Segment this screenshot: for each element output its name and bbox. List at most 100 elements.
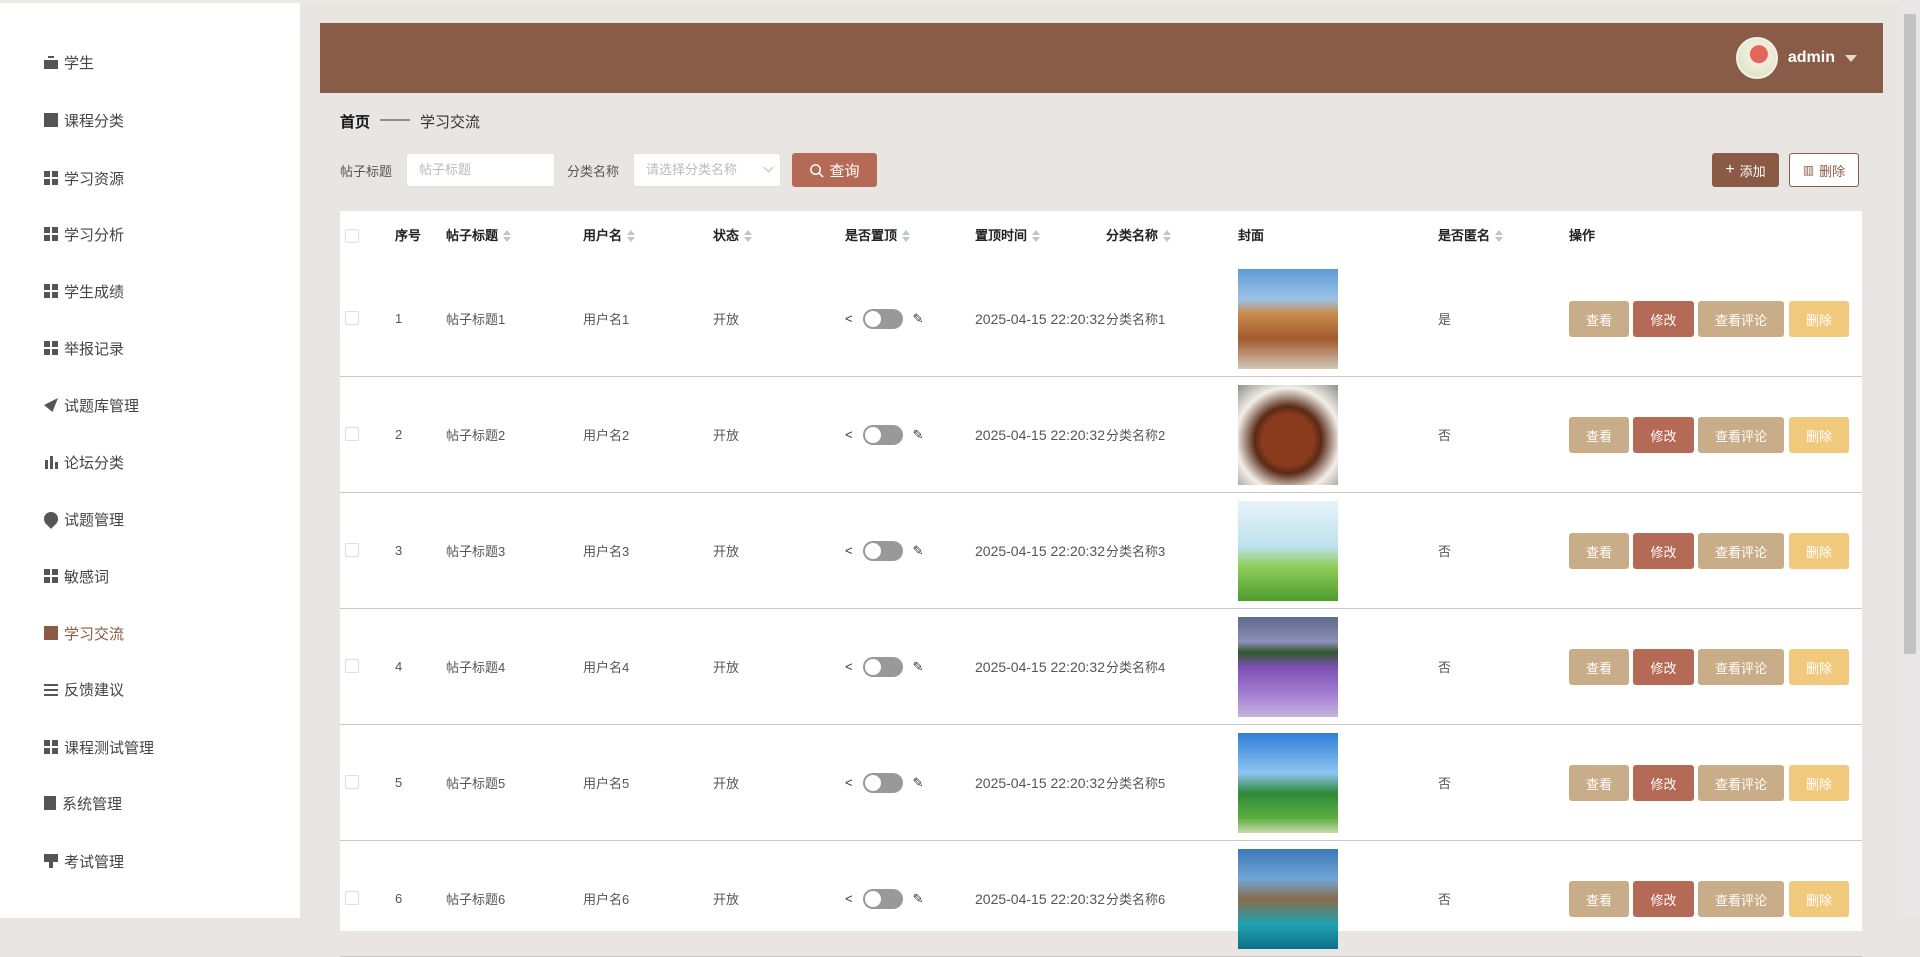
sidebar-item-13[interactable]: 课程测试管理 [44, 735, 154, 759]
sort-icon[interactable] [902, 230, 911, 242]
sidebar-item-15[interactable]: 考试管理 [44, 849, 124, 873]
view-button[interactable]: 查看 [1569, 301, 1629, 337]
view-comments-button[interactable]: 查看评论 [1698, 301, 1784, 337]
delete-button[interactable]: 删除 [1789, 649, 1849, 685]
row-checkbox[interactable] [345, 427, 359, 441]
breadcrumb-home[interactable]: 首页 [340, 111, 370, 132]
batch-delete-button[interactable]: ▥ 删除 [1789, 153, 1859, 187]
sort-icon[interactable] [1032, 230, 1041, 242]
share-icon[interactable]: < [845, 659, 853, 674]
edit-button[interactable]: 修改 [1633, 533, 1694, 569]
column-header-3[interactable]: 用户名 [583, 211, 636, 261]
view-button[interactable]: 查看 [1569, 417, 1629, 453]
edit-pencil-icon[interactable]: ✎ [913, 311, 924, 327]
view-comments-button[interactable]: 查看评论 [1698, 533, 1784, 569]
sidebar-item-2[interactable]: 课程分类 [44, 108, 124, 132]
sidebar-item-9[interactable]: 试题管理 [41, 507, 124, 531]
query-button[interactable]: 查询 [792, 153, 877, 187]
cover-image [1238, 732, 1338, 833]
edit-pencil-icon[interactable]: ✎ [913, 891, 924, 907]
delete-label: 删除 [1819, 163, 1846, 179]
view-comments-button[interactable]: 查看评论 [1698, 649, 1784, 685]
share-icon[interactable]: < [845, 891, 853, 906]
view-button[interactable]: 查看 [1569, 765, 1629, 801]
table-row: 3 帖子标题3 用户名3 开放 < ✎ 2025-04-15 22:20:32 分类名称3 否查… [340, 493, 1862, 609]
cell-top-time: 2025-04-15 22:20:32 [975, 609, 1105, 724]
delete-button[interactable]: 删除 [1789, 417, 1849, 453]
column-header-7[interactable]: 分类名称 [1106, 211, 1172, 261]
share-icon[interactable]: < [845, 775, 853, 790]
edit-pencil-icon[interactable]: ✎ [913, 543, 924, 559]
row-checkbox[interactable] [345, 891, 359, 905]
row-checkbox[interactable] [345, 775, 359, 789]
cell-status: 开放 [713, 493, 739, 608]
cell-pin: < ✎ [845, 377, 924, 492]
edit-button[interactable]: 修改 [1633, 301, 1694, 337]
share-icon[interactable]: < [845, 311, 853, 326]
cell-anonymous: 否 [1438, 493, 1451, 608]
row-checkbox[interactable] [345, 543, 359, 557]
sidebar-item-1[interactable]: 学生 [44, 50, 94, 74]
sidebar-item-11[interactable]: 学习交流 [44, 621, 124, 645]
cell-user-text: 用户名1 [583, 312, 630, 327]
edit-button[interactable]: 修改 [1633, 649, 1694, 685]
share-icon[interactable]: < [845, 543, 853, 558]
edit-pencil-icon[interactable]: ✎ [913, 775, 924, 791]
pin-toggle[interactable] [862, 540, 903, 561]
share-icon[interactable]: < [845, 427, 853, 442]
edit-pencil-icon[interactable]: ✎ [913, 427, 924, 443]
edit-pencil-icon[interactable]: ✎ [913, 659, 924, 675]
column-header-6[interactable]: 置顶时间 [975, 211, 1041, 261]
sort-icon[interactable] [627, 230, 636, 242]
sort-icon[interactable] [503, 230, 512, 242]
scrollbar[interactable] [1900, 0, 1920, 918]
sort-icon[interactable] [744, 230, 753, 242]
scroll-thumb[interactable] [1904, 14, 1916, 654]
row-checkbox[interactable] [345, 659, 359, 673]
column-header-5[interactable]: 是否置顶 [845, 211, 911, 261]
edit-button[interactable]: 修改 [1633, 765, 1694, 801]
sidebar-item-7[interactable]: 试题库管理 [44, 393, 139, 417]
pin-toggle[interactable] [862, 424, 903, 445]
sidebar-item-12[interactable]: 反馈建议 [44, 677, 124, 701]
sidebar-item-6[interactable]: 举报记录 [44, 336, 124, 360]
delete-button[interactable]: 删除 [1789, 301, 1849, 337]
row-checkbox[interactable] [345, 311, 359, 325]
sidebar-item-label: 反馈建议 [64, 681, 125, 699]
column-header-4[interactable]: 状态 [713, 211, 753, 261]
delete-button[interactable]: 删除 [1789, 765, 1849, 801]
title-input[interactable]: 帖子标题 [406, 153, 555, 187]
select-all-checkbox[interactable] [345, 229, 359, 243]
pin-toggle[interactable] [862, 888, 903, 909]
delete-button[interactable]: 删除 [1789, 533, 1849, 569]
sliders-icon [44, 682, 58, 696]
sidebar-item-4[interactable]: 学习分析 [44, 222, 124, 246]
edit-button[interactable]: 修改 [1633, 417, 1694, 453]
sidebar-item-5[interactable]: 学生成绩 [44, 279, 124, 303]
view-button[interactable]: 查看 [1569, 881, 1629, 917]
sort-icon[interactable] [1163, 230, 1172, 242]
column-header-9[interactable]: 是否匿名 [1438, 211, 1504, 261]
sidebar-item-8[interactable]: 论坛分类 [44, 450, 124, 474]
delete-button[interactable]: 删除 [1789, 881, 1849, 917]
edit-button[interactable]: 修改 [1633, 881, 1694, 917]
sort-icon[interactable] [1495, 230, 1504, 242]
category-select[interactable]: 请选择分类名称 [633, 153, 781, 187]
sidebar-item-3[interactable]: 学习资源 [44, 166, 124, 190]
column-header-2[interactable]: 帖子标题 [446, 211, 512, 261]
user-menu[interactable]: admin [1735, 37, 1857, 79]
view-comments-button[interactable]: 查看评论 [1698, 765, 1784, 801]
view-button[interactable]: 查看 [1569, 649, 1629, 685]
cell-anonymous: 否 [1438, 725, 1451, 840]
view-comments-button[interactable]: 查看评论 [1698, 417, 1784, 453]
sidebar-item-14[interactable]: 系统管理 [44, 791, 122, 815]
pin-toggle[interactable] [862, 308, 903, 329]
add-button[interactable]: + 添加 [1712, 153, 1779, 187]
table-row: 1 帖子标题1 用户名1 开放 < ✎ 2025-04-15 22:20:32 分类名称1 是查… [340, 261, 1862, 377]
view-comments-button[interactable]: 查看评论 [1698, 881, 1784, 917]
pin-toggle[interactable] [862, 772, 903, 793]
pin-toggle[interactable] [862, 656, 903, 677]
column-header-label: 状态 [713, 228, 740, 243]
sidebar-item-10[interactable]: 敏感词 [44, 564, 109, 588]
view-button[interactable]: 查看 [1569, 533, 1629, 569]
